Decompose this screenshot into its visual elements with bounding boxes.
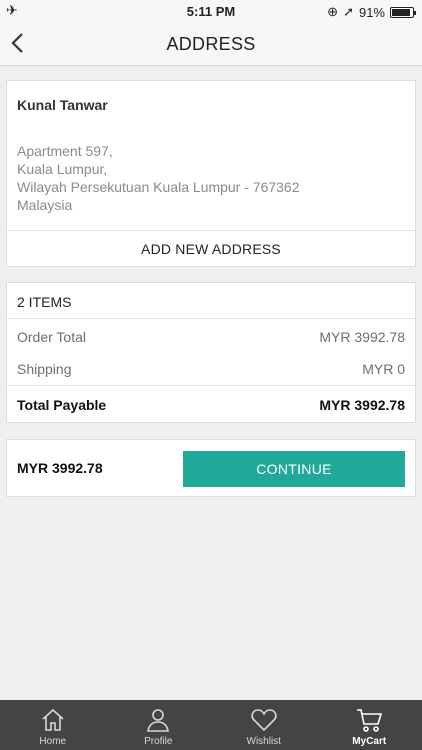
address-line: Apartment 597, <box>17 143 113 159</box>
tab-wishlist[interactable]: Wishlist <box>211 700 317 750</box>
profile-icon <box>147 709 170 732</box>
cart-icon <box>357 709 383 732</box>
order-summary-card: 2 ITEMS Order Total MYR 3992.78 Shipping… <box>6 282 416 423</box>
order-total-row: Order Total MYR 3992.78 <box>7 320 415 352</box>
items-count-row: 2 ITEMS <box>7 285 415 317</box>
status-right: ⊕ ➚ 91% <box>327 4 416 20</box>
shipping-row: Shipping MYR 0 <box>7 352 415 384</box>
location-icon: ➚ <box>343 4 354 19</box>
orientation-lock-icon: ⊕ <box>327 4 339 19</box>
address-line: Kuala Lumpur, <box>17 161 108 177</box>
tab-label: Wishlist <box>246 736 281 747</box>
tab-label: Home <box>39 736 67 747</box>
continue-button[interactable]: CONTINUE <box>183 451 405 487</box>
items-count: 2 ITEMS <box>17 294 72 310</box>
address-card[interactable]: Kunal Tanwar Apartment 597, Kuala Lumpur… <box>6 80 416 267</box>
summary-value: MYR 0 <box>362 361 405 377</box>
battery-percent: 91% <box>358 4 385 20</box>
total-value: MYR 3992.78 <box>319 397 405 413</box>
heart-icon <box>251 709 277 732</box>
nav-bar: ADDRESS <box>0 22 422 66</box>
summary-label: Shipping <box>17 361 72 377</box>
address-line: Malaysia <box>17 197 73 213</box>
tab-home[interactable]: Home <box>0 700 106 750</box>
tab-label: MyCart <box>352 736 387 747</box>
tab-mycart[interactable]: MyCart <box>317 700 422 750</box>
total-label: Total Payable <box>17 397 107 413</box>
page-title: ADDRESS <box>166 34 256 54</box>
checkout-card: MYR 3992.78 CONTINUE <box>6 439 416 497</box>
tab-profile[interactable]: Profile <box>106 700 212 750</box>
divider <box>7 385 415 386</box>
status-bar: ✈ 5:11 PM ⊕ ➚ 91% <box>0 0 422 22</box>
checkout-amount: MYR 3992.78 <box>17 460 103 476</box>
address-line: Wilayah Persekutuan Kuala Lumpur - 76736… <box>17 179 300 195</box>
address-name: Kunal Tanwar <box>17 97 108 113</box>
home-icon <box>42 708 64 731</box>
tab-label: Profile <box>144 736 173 747</box>
summary-label: Order Total <box>17 329 86 345</box>
total-payable-row: Total Payable MYR 3992.78 <box>7 388 415 420</box>
divider <box>7 318 415 319</box>
summary-value: MYR 3992.78 <box>319 329 405 345</box>
tab-bar: Home Profile Wishlist MyCart <box>0 700 422 750</box>
add-new-address-button[interactable]: ADD NEW ADDRESS <box>7 231 415 267</box>
battery-icon <box>390 6 416 18</box>
